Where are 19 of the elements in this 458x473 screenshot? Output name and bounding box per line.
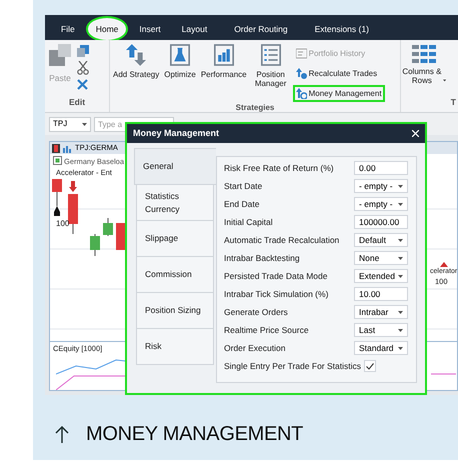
field-label: End Date: [224, 198, 260, 210]
field-label: Realtime Price Source: [224, 324, 309, 336]
section-title: MONEY MANAGEMENT: [86, 422, 304, 447]
group-title: Edit: [68, 96, 86, 110]
field-label: Order Execution: [224, 342, 286, 354]
field-label: Intrabar Backtesting: [224, 252, 300, 264]
field-label: Start Date: [224, 180, 262, 192]
field-label: Risk Free Rate of Return (%): [224, 162, 334, 174]
group-title: Strategies: [234, 102, 276, 114]
field-label: Persisted Trade Data Mode: [224, 270, 328, 282]
field-label: Intrabar Tick Simulation (%): [224, 288, 328, 300]
field-label: Automatic Trade Recalculation: [224, 234, 340, 246]
field-label: Single Entry Per Trade For Statistics: [224, 360, 361, 372]
dialog-title: Money Management: [133, 126, 220, 140]
symbol-text: TPJ: [53, 118, 68, 130]
price-label: 100: [56, 218, 70, 230]
field-label: Initial Capital: [224, 216, 273, 228]
field-label: Generate Orders: [224, 306, 288, 318]
group-title: T: [450, 96, 457, 110]
